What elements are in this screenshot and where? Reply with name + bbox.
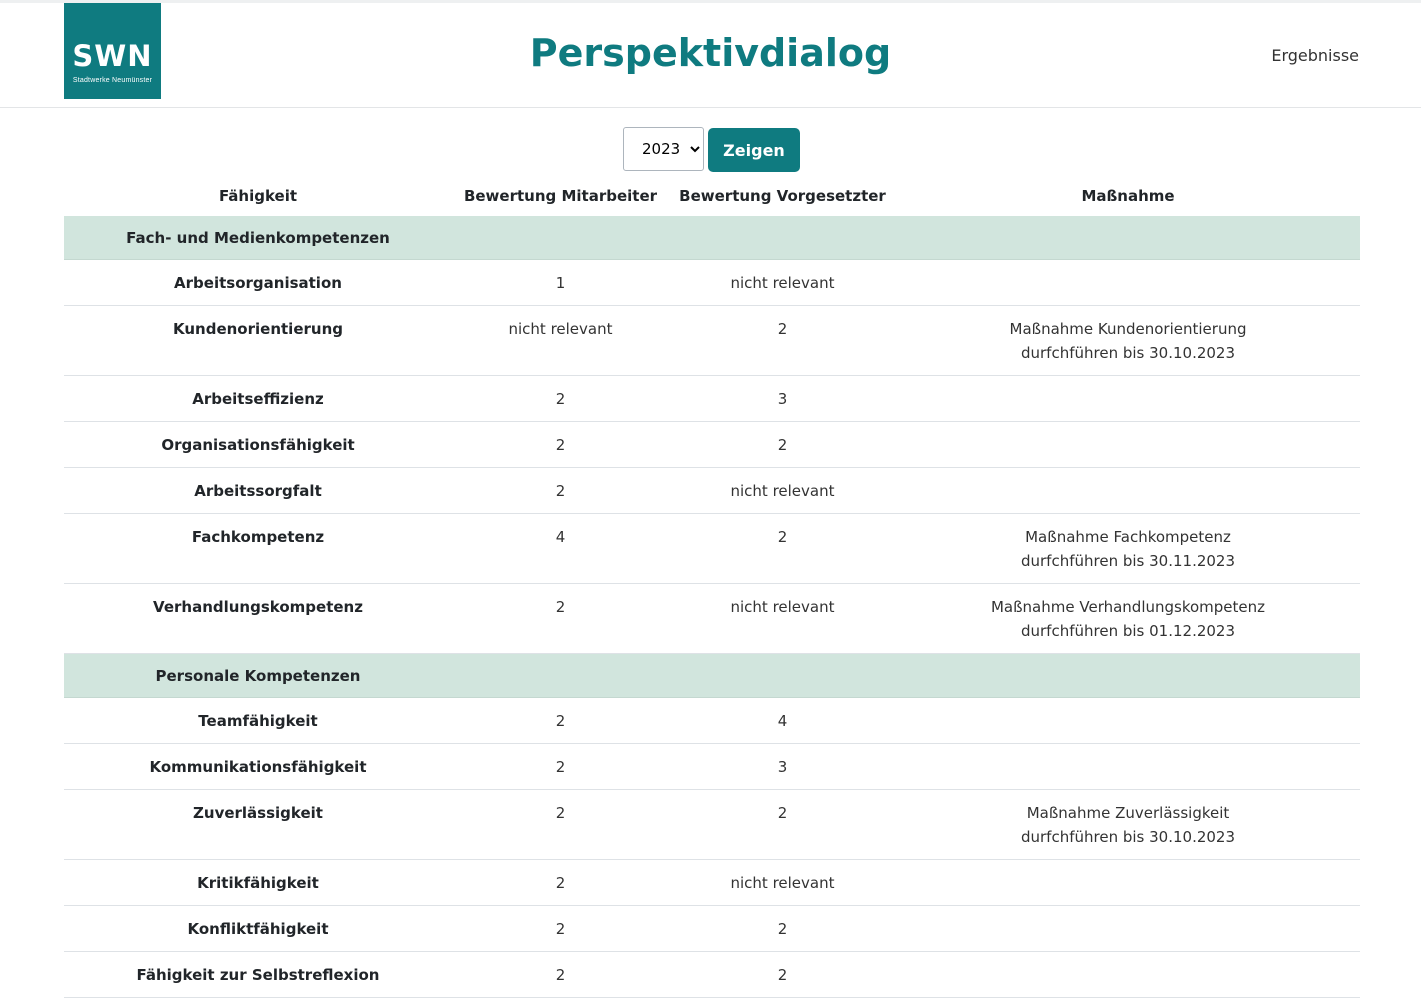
employee-rating-cell: 2 — [452, 743, 669, 790]
supervisor-rating-cell: 2 — [669, 421, 896, 468]
page-header: SWN Stadtwerke Neumünster Perspektivdial… — [0, 3, 1421, 108]
employee-rating-cell: 1 — [452, 259, 669, 306]
table-row: Zuverlässigkeit 2 2 Maßnahme Zuverlässigkei… — [64, 789, 1360, 860]
measure-cell: Maßnahme Zuverlässigkeit durfchführen bi… — [896, 789, 1360, 860]
measure-cell — [896, 697, 1360, 744]
employee-rating-cell: 2 — [452, 467, 669, 514]
skill-cell: Teamfähigkeit — [64, 697, 452, 744]
measure-cell — [896, 375, 1360, 422]
supervisor-rating-cell: 2 — [669, 305, 896, 376]
measure-cell — [896, 951, 1360, 998]
page-title: Perspektivdialog — [529, 31, 892, 75]
column-header-measure: Maßnahme — [1081, 187, 1175, 205]
supervisor-rating-cell: 4 — [669, 697, 896, 744]
supervisor-rating-cell: nicht relevant — [669, 583, 896, 654]
measure-cell: Maßnahme Verhandlungskompetenz durfchfüh… — [896, 583, 1360, 654]
measure-cell — [896, 467, 1360, 514]
show-button[interactable]: Zeigen — [708, 128, 800, 172]
supervisor-rating-cell: 2 — [669, 789, 896, 860]
skill-cell: Kommunikationsfähigkeit — [64, 743, 452, 790]
employee-rating-cell: 2 — [452, 789, 669, 860]
supervisor-rating-cell: nicht relevant — [669, 467, 896, 514]
employee-rating-cell: 2 — [452, 375, 669, 422]
skill-cell: Verhandlungskompetenz — [64, 583, 452, 654]
supervisor-rating-cell: 3 — [669, 375, 896, 422]
table-row: Arbeitssorgfalt 2 nicht relevant — [64, 467, 1360, 514]
employee-rating-cell: 2 — [452, 421, 669, 468]
column-header-employee-rating: Bewertung Mitarbeiter — [463, 187, 658, 205]
skill-cell: Kundenorientierung — [64, 305, 452, 376]
measure-cell — [896, 859, 1360, 906]
skill-cell: Fähigkeit zur Selbstreflexion — [64, 951, 452, 998]
supervisor-rating-cell: 2 — [669, 513, 896, 584]
skill-cell: Konfliktfähigkeit — [64, 905, 452, 952]
logo-subtext: Stadtwerke Neumünster — [72, 77, 153, 84]
skill-cell: Arbeitsorganisation — [64, 259, 452, 306]
employee-rating-cell: 2 — [452, 905, 669, 952]
skills-table: Fähigkeit Bewertung Mitarbeiter Bewertun… — [64, 176, 1360, 998]
supervisor-rating-cell: 2 — [669, 951, 896, 998]
table-row: Kommunikationsfähigkeit 2 3 — [64, 743, 1360, 790]
employee-rating-cell: 2 — [452, 583, 669, 654]
supervisor-rating-cell: 3 — [669, 743, 896, 790]
group-name: Fach- und Medienkompetenzen — [64, 216, 452, 260]
supervisor-rating-cell: nicht relevant — [669, 859, 896, 906]
table-row: Arbeitsorganisation 1 nicht relevant — [64, 259, 1360, 306]
table-row: Fähigkeit zur Selbstreflexion 2 2 — [64, 951, 1360, 998]
nav-link-results[interactable]: Ergebnisse — [1271, 46, 1359, 65]
table-row: Verhandlungskompetenz 2 nicht relevant Maßn… — [64, 583, 1360, 654]
group-row: Fach- und Medienkompetenzen — [64, 216, 1360, 260]
table-header-row: Fähigkeit Bewertung Mitarbeiter Bewertun… — [64, 176, 1360, 216]
measure-cell — [896, 743, 1360, 790]
table-row: Teamfähigkeit 2 4 — [64, 697, 1360, 744]
employee-rating-cell: 2 — [452, 859, 669, 906]
column-header-skill: Fähigkeit — [218, 187, 298, 205]
employee-rating-cell: 4 — [452, 513, 669, 584]
table-row: Organisationsfähigkeit 2 2 — [64, 421, 1360, 468]
group-row-fill — [452, 653, 1360, 698]
employee-rating-cell: nicht relevant — [452, 305, 669, 376]
table-row: Fachkompetenz 4 2 Maßnahme Fachkompetenz du… — [64, 513, 1360, 584]
measure-cell — [896, 259, 1360, 306]
supervisor-rating-cell: nicht relevant — [669, 259, 896, 306]
skill-cell: Arbeitssorgfalt — [64, 467, 452, 514]
supervisor-rating-cell: 2 — [669, 905, 896, 952]
measure-cell — [896, 421, 1360, 468]
skill-cell: Organisationsfähigkeit — [64, 421, 452, 468]
table-row: Arbeitseffizienz 2 3 — [64, 375, 1360, 422]
measure-cell — [896, 905, 1360, 952]
skill-cell: Fachkompetenz — [64, 513, 452, 584]
employee-rating-cell: 2 — [452, 697, 669, 744]
skill-cell: Kritikfähigkeit — [64, 859, 452, 906]
skill-cell: Zuverlässigkeit — [64, 789, 452, 860]
measure-cell: Maßnahme Kundenorientierung durfchführen… — [896, 305, 1360, 376]
measure-cell: Maßnahme Fachkompetenz durfchführen bis … — [896, 513, 1360, 584]
year-select[interactable]: 2023 — [623, 127, 704, 171]
group-row: Personale Kompetenzen — [64, 653, 1360, 698]
column-header-supervisor-rating: Bewertung Vorgesetzter — [679, 187, 886, 205]
table-row: Konfliktfähigkeit 2 2 — [64, 905, 1360, 952]
group-row-fill — [452, 216, 1360, 260]
group-name: Personale Kompetenzen — [64, 653, 452, 698]
table-body: Fach- und Medienkompetenzen Arbeitsorgani… — [64, 216, 1360, 998]
table-row: Kritikfähigkeit 2 nicht relevant — [64, 859, 1360, 906]
employee-rating-cell: 2 — [452, 951, 669, 998]
skill-cell: Arbeitseffizienz — [64, 375, 452, 422]
table-row: Kundenorientierung nicht relevant 2 Maßnahm… — [64, 305, 1360, 376]
